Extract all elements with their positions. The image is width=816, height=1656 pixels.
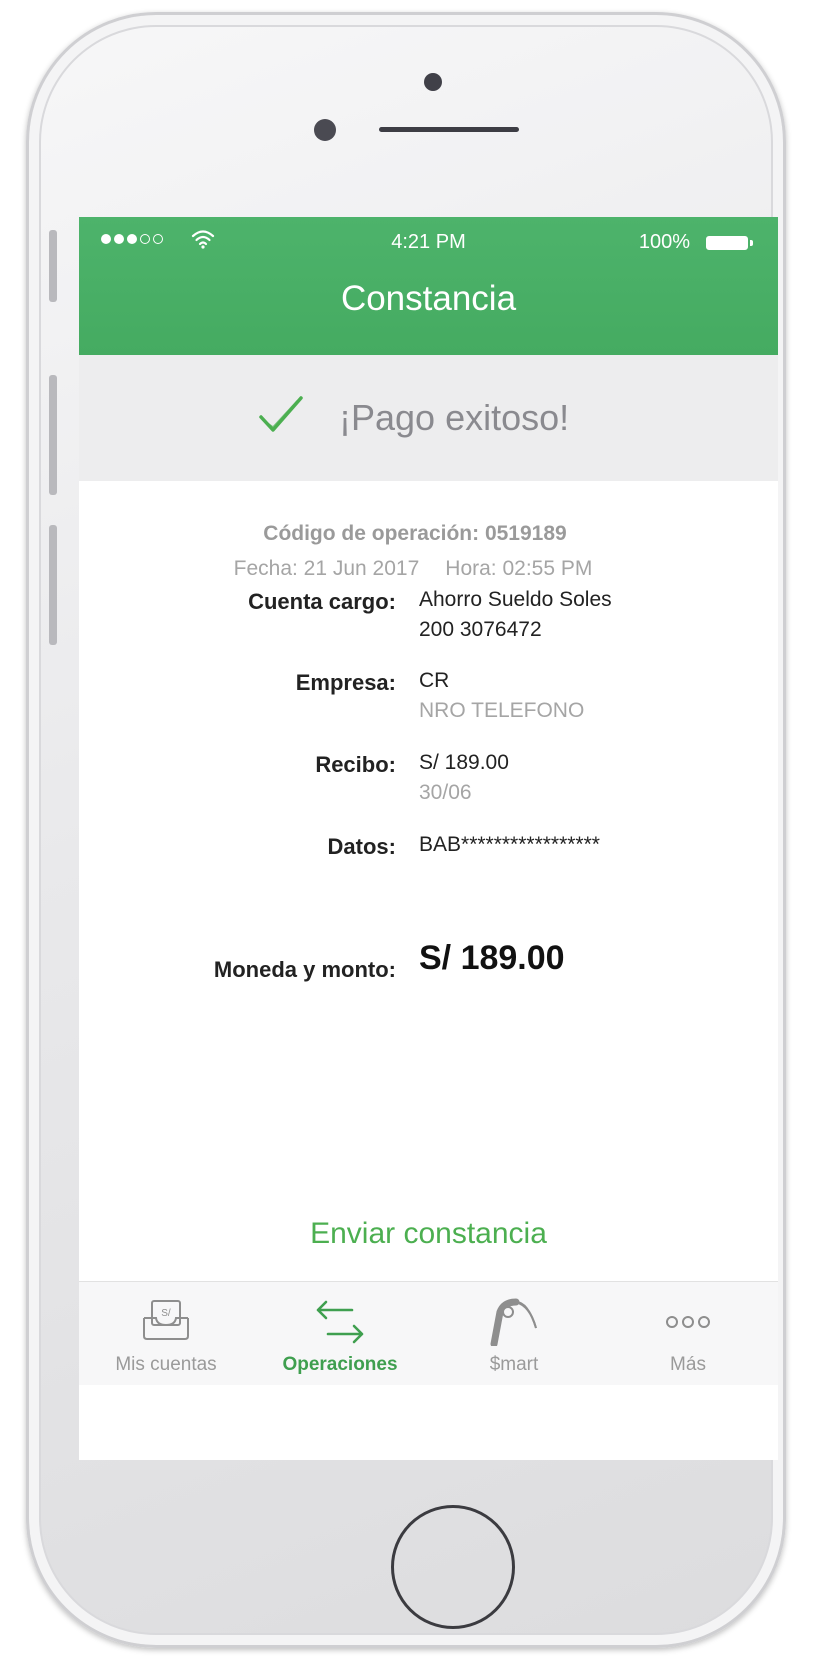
mute-switch (49, 230, 57, 302)
battery-percent: 100% (638, 231, 690, 253)
check-icon (259, 396, 303, 432)
svg-text:S/: S/ (161, 1308, 171, 1319)
tab-label: Mis cuentas (115, 1354, 217, 1375)
success-banner: ¡Pago exitoso! (79, 355, 778, 481)
home-button[interactable] (391, 1505, 515, 1629)
battery-icon (706, 236, 753, 250)
company-service: NRO TELEFONO (419, 699, 585, 722)
tab-bar: S/ Mis cuentas Operaciones $mart Más (79, 1281, 778, 1385)
operation-date: Fecha: 21 Jun 2017 (233, 557, 420, 580)
success-message: ¡Pago exitoso! (339, 397, 570, 438)
front-camera (424, 73, 442, 91)
tab-label: Más (670, 1354, 706, 1375)
tab-mas[interactable]: Más (601, 1282, 775, 1385)
account-label: Cuenta cargo: (248, 589, 396, 614)
account-value: Ahorro Sueldo Soles (419, 588, 612, 611)
navigation-bar: 4:21 PM 100% Constancia (79, 217, 778, 355)
company-label: Empresa: (295, 670, 396, 695)
amount-value: S/ 189.00 (419, 939, 565, 977)
tab-mis-cuentas[interactable]: S/ Mis cuentas (79, 1282, 253, 1385)
account-number: 200 3076472 (419, 618, 542, 641)
tab-label: Operaciones (282, 1354, 398, 1375)
receipt-date: 30/06 (419, 781, 472, 804)
volume-up-button (49, 375, 57, 495)
receipt-amount: S/ 189.00 (419, 751, 509, 774)
smart-key-icon (490, 1298, 537, 1346)
transfer-arrows-icon (316, 1300, 364, 1344)
data-value: BAB***************** (419, 833, 600, 856)
operation-datetime: Fecha: 21 Jun 2017 Hora: 02:55 PM (79, 557, 747, 581)
send-receipt-button[interactable]: Enviar constancia (79, 1217, 778, 1251)
amount-label: Moneda y monto: (213, 957, 396, 982)
operation-code: Código de operación: 0519189 (263, 522, 567, 545)
volume-down-button (49, 525, 57, 645)
proximity-sensor (314, 119, 336, 141)
tab-operaciones[interactable]: Operaciones (253, 1282, 427, 1385)
tab-smart[interactable]: $mart (427, 1282, 601, 1385)
data-label: Datos: (327, 834, 396, 859)
page-title: Constancia (340, 279, 517, 318)
company-value: CR (419, 669, 450, 692)
tab-label: $mart (489, 1354, 539, 1375)
more-dots-icon (666, 1316, 710, 1328)
app-screen: 4:21 PM 100% Constancia ¡Pago exitoso! C… (79, 217, 778, 1460)
receipt-label: Recibo: (315, 752, 396, 777)
earpiece-speaker (379, 127, 519, 132)
operation-time: Hora: 02:55 PM (445, 557, 593, 580)
status-bar: 4:21 PM 100% (79, 217, 778, 267)
wallet-icon: S/ (143, 1300, 189, 1340)
